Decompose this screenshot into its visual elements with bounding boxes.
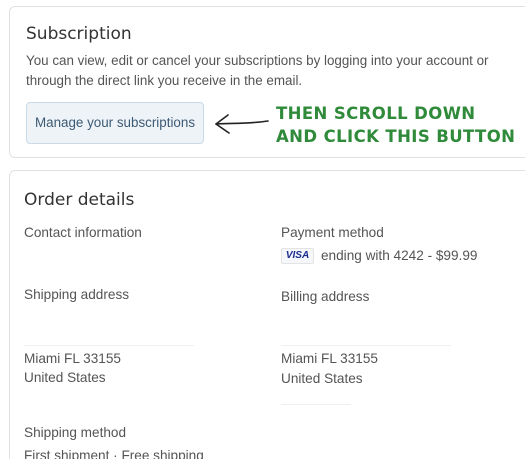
subscription-description-line-2: through the direct link you receive in t… [26,73,303,88]
shipping-city: Miami FL 33155 [24,351,121,366]
order-details-title: Order details [24,190,135,210]
shipping-country: United States [24,370,106,385]
subscription-description-line-1: You can view, edit or cancel your subscr… [26,53,489,68]
redacted-line [281,345,451,346]
annotation-line-2: AND CLICK THIS BUTTON [276,127,516,146]
shipping-method-label: Shipping method [24,425,127,440]
redacted-line [281,404,351,405]
visa-card-icon: VISA [281,248,314,264]
annotation-line-1: THEN SCROLL DOWN [276,104,476,123]
left-arrow-icon [215,114,269,134]
shipping-address-label: Shipping address [24,287,130,302]
billing-city: Miami FL 33155 [281,351,378,366]
redacted-line [24,345,194,346]
manage-subscriptions-button[interactable]: Manage your subscriptions [26,102,204,144]
contact-information-label: Contact information [24,225,142,240]
subscription-description: You can view, edit or cancel your subscr… [26,51,525,91]
payment-method-label: Payment method [281,225,384,240]
order-details-card: Order details [9,170,525,459]
billing-country: United States [281,371,363,386]
subscription-title: Subscription [26,24,132,44]
payment-detail: ending with 4242 - $99.99 [321,248,478,263]
billing-address-label: Billing address [281,289,370,304]
shipping-method-value: First shipment · Free shipping [24,448,204,459]
